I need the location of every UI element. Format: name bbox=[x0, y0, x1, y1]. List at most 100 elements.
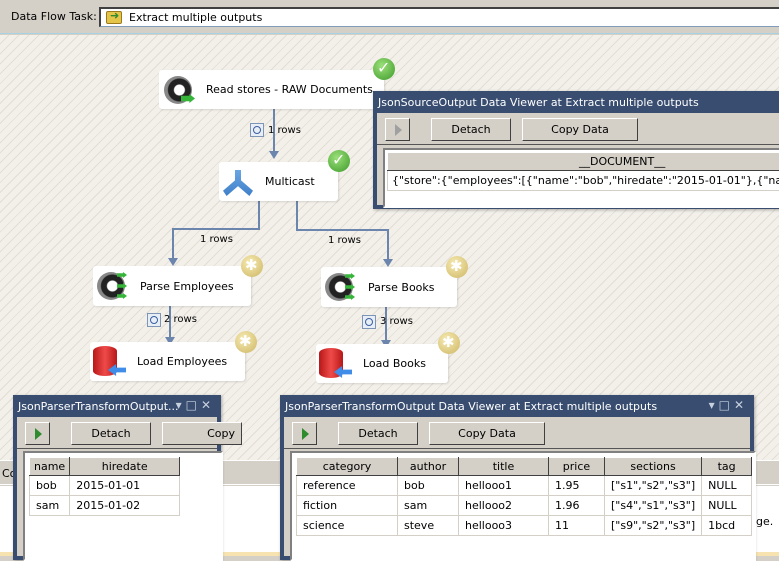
play-button[interactable] bbox=[385, 118, 410, 141]
table-cell: NULL bbox=[702, 476, 752, 496]
detach-button[interactable]: Detach bbox=[431, 118, 511, 141]
data-viewer-icon[interactable] bbox=[250, 123, 264, 137]
task-bar: Data Flow Task: Extract multiple outputs bbox=[0, 0, 779, 34]
column-header[interactable]: title bbox=[459, 458, 549, 476]
running-icon bbox=[235, 331, 257, 353]
play-button[interactable] bbox=[292, 422, 317, 445]
row-count-label: 3 rows bbox=[380, 316, 413, 327]
table-row[interactable]: bob2015-01-01 bbox=[30, 476, 180, 496]
table-row[interactable]: fiction sam hellooo2 1.96 ["s4","s1","s3… bbox=[297, 496, 752, 516]
detach-button[interactable]: Detach bbox=[338, 422, 418, 445]
task-name: Extract multiple outputs bbox=[129, 11, 262, 24]
column-header[interactable]: sections bbox=[605, 458, 702, 476]
column-header[interactable]: hiredate bbox=[70, 458, 180, 476]
running-icon bbox=[446, 256, 468, 278]
data-viewer-icon[interactable] bbox=[362, 315, 376, 329]
column-header[interactable]: price bbox=[549, 458, 605, 476]
employees-data-viewer: JsonParserTransformOutput... ▾□✕ Detach … bbox=[13, 395, 221, 560]
path-multicast-books[interactable] bbox=[296, 200, 298, 230]
data-grid[interactable]: category author title price sections tag… bbox=[290, 451, 756, 561]
arrow-head bbox=[383, 259, 393, 267]
viewer-toolbar: Detach Copy bbox=[17, 417, 217, 449]
table-cell: sam bbox=[398, 496, 459, 516]
path-multicast-employees[interactable] bbox=[258, 200, 260, 230]
node-label: Read stores - RAW Documents bbox=[206, 83, 373, 96]
node-label: Parse Employees bbox=[140, 280, 234, 293]
arrow-head bbox=[269, 151, 279, 159]
node-parse-books[interactable]: Parse Books bbox=[321, 267, 457, 307]
window-title: JsonParserTransformOutput... ▾□✕ bbox=[13, 395, 221, 417]
row-count-label: 2 rows bbox=[164, 314, 197, 325]
table-cell: 1.96 bbox=[549, 496, 605, 516]
data-grid[interactable]: __DOCUMENT__ {"store":{"employees":[{"na… bbox=[383, 148, 779, 208]
node-label: Parse Books bbox=[368, 281, 435, 294]
column-header[interactable]: category bbox=[297, 458, 398, 476]
window-title-text: JsonParserTransformOutput Data Viewer at… bbox=[285, 400, 657, 413]
data-viewer-icon[interactable] bbox=[147, 313, 161, 327]
viewer-toolbar: Detach Copy Data bbox=[377, 113, 779, 145]
viewer-toolbar: Detach Copy Data bbox=[284, 417, 750, 449]
detach-button[interactable]: Detach bbox=[71, 422, 151, 445]
copy-data-button[interactable]: Copy bbox=[162, 422, 242, 445]
table-cell: 1bcd bbox=[702, 516, 752, 536]
path-segment bbox=[387, 229, 389, 261]
table-cell: reference bbox=[297, 476, 398, 496]
table-cell: ["s4","s1","s3"] bbox=[605, 496, 702, 516]
window-title: JsonSourceOutput Data Viewer at Extract … bbox=[373, 91, 779, 113]
table-cell: 11 bbox=[549, 516, 605, 536]
table-cell: fiction bbox=[297, 496, 398, 516]
data-table: name hiredate bob2015-01-01 sam2015-01-0… bbox=[29, 457, 180, 516]
node-multicast[interactable]: Multicast bbox=[219, 162, 338, 201]
copy-data-button[interactable]: Copy Data bbox=[522, 118, 638, 141]
books-data-viewer: JsonParserTransformOutput Data Viewer at… bbox=[280, 395, 754, 560]
table-cell: NULL bbox=[702, 496, 752, 516]
column-header[interactable]: name bbox=[30, 458, 70, 476]
path-segment bbox=[172, 228, 174, 260]
column-header[interactable]: author bbox=[398, 458, 459, 476]
row-count-label: 1 rows bbox=[200, 234, 233, 245]
table-cell: bob bbox=[30, 476, 70, 496]
play-button[interactable] bbox=[25, 422, 50, 445]
path-segment bbox=[296, 229, 388, 231]
data-table: category author title price sections tag… bbox=[296, 457, 752, 536]
row-count-label: 1 rows bbox=[268, 125, 301, 136]
task-selector[interactable]: Extract multiple outputs bbox=[99, 7, 779, 27]
table-row[interactable]: science steve hellooo3 11 ["s9","s2","s3… bbox=[297, 516, 752, 536]
node-parse-employees[interactable]: Parse Employees bbox=[93, 266, 251, 306]
table-cell: 2015-01-02 bbox=[70, 496, 180, 516]
column-header[interactable]: __DOCUMENT__ bbox=[388, 153, 779, 171]
table-row[interactable]: reference bob hellooo1 1.95 ["s1","s2","… bbox=[297, 476, 752, 496]
running-icon bbox=[438, 332, 460, 354]
window-controls[interactable]: ▾□✕ bbox=[176, 398, 215, 412]
success-icon bbox=[373, 58, 395, 80]
data-grid[interactable]: name hiredate bob2015-01-01 sam2015-01-0… bbox=[23, 451, 223, 561]
window-title: JsonParserTransformOutput Data Viewer at… bbox=[280, 395, 754, 417]
table-cell: 1.95 bbox=[549, 476, 605, 496]
data-table: __DOCUMENT__ {"store":{"employees":[{"na… bbox=[387, 152, 779, 191]
node-label: Load Books bbox=[363, 357, 426, 370]
node-label: Load Employees bbox=[137, 355, 227, 368]
table-cell: ["s1","s2","s3"] bbox=[605, 476, 702, 496]
node-load-books[interactable]: Load Books bbox=[316, 344, 448, 383]
table-row[interactable]: {"store":{"employees":[{"name":"bob","hi… bbox=[388, 171, 779, 191]
table-cell: hellooo1 bbox=[459, 476, 549, 496]
table-cell: science bbox=[297, 516, 398, 536]
node-read-stores[interactable]: Read stores - RAW Documents bbox=[159, 70, 384, 109]
table-cell: sam bbox=[30, 496, 70, 516]
column-header[interactable]: tag bbox=[702, 458, 752, 476]
window-controls[interactable]: ▾□✕ bbox=[709, 398, 748, 412]
success-icon bbox=[328, 150, 350, 172]
task-label: Data Flow Task: bbox=[11, 10, 97, 23]
table-row[interactable]: sam2015-01-02 bbox=[30, 496, 180, 516]
running-icon bbox=[241, 255, 263, 277]
arrow-head bbox=[168, 258, 178, 266]
table-cell: hellooo3 bbox=[459, 516, 549, 536]
node-load-employees[interactable]: Load Employees bbox=[90, 342, 245, 381]
data-flow-task-icon bbox=[106, 11, 122, 24]
table-cell: bob bbox=[398, 476, 459, 496]
path-segment bbox=[172, 228, 260, 230]
table-cell: 2015-01-01 bbox=[70, 476, 180, 496]
multicast-icon bbox=[223, 170, 253, 196]
table-cell: hellooo2 bbox=[459, 496, 549, 516]
copy-data-button[interactable]: Copy Data bbox=[429, 422, 545, 445]
